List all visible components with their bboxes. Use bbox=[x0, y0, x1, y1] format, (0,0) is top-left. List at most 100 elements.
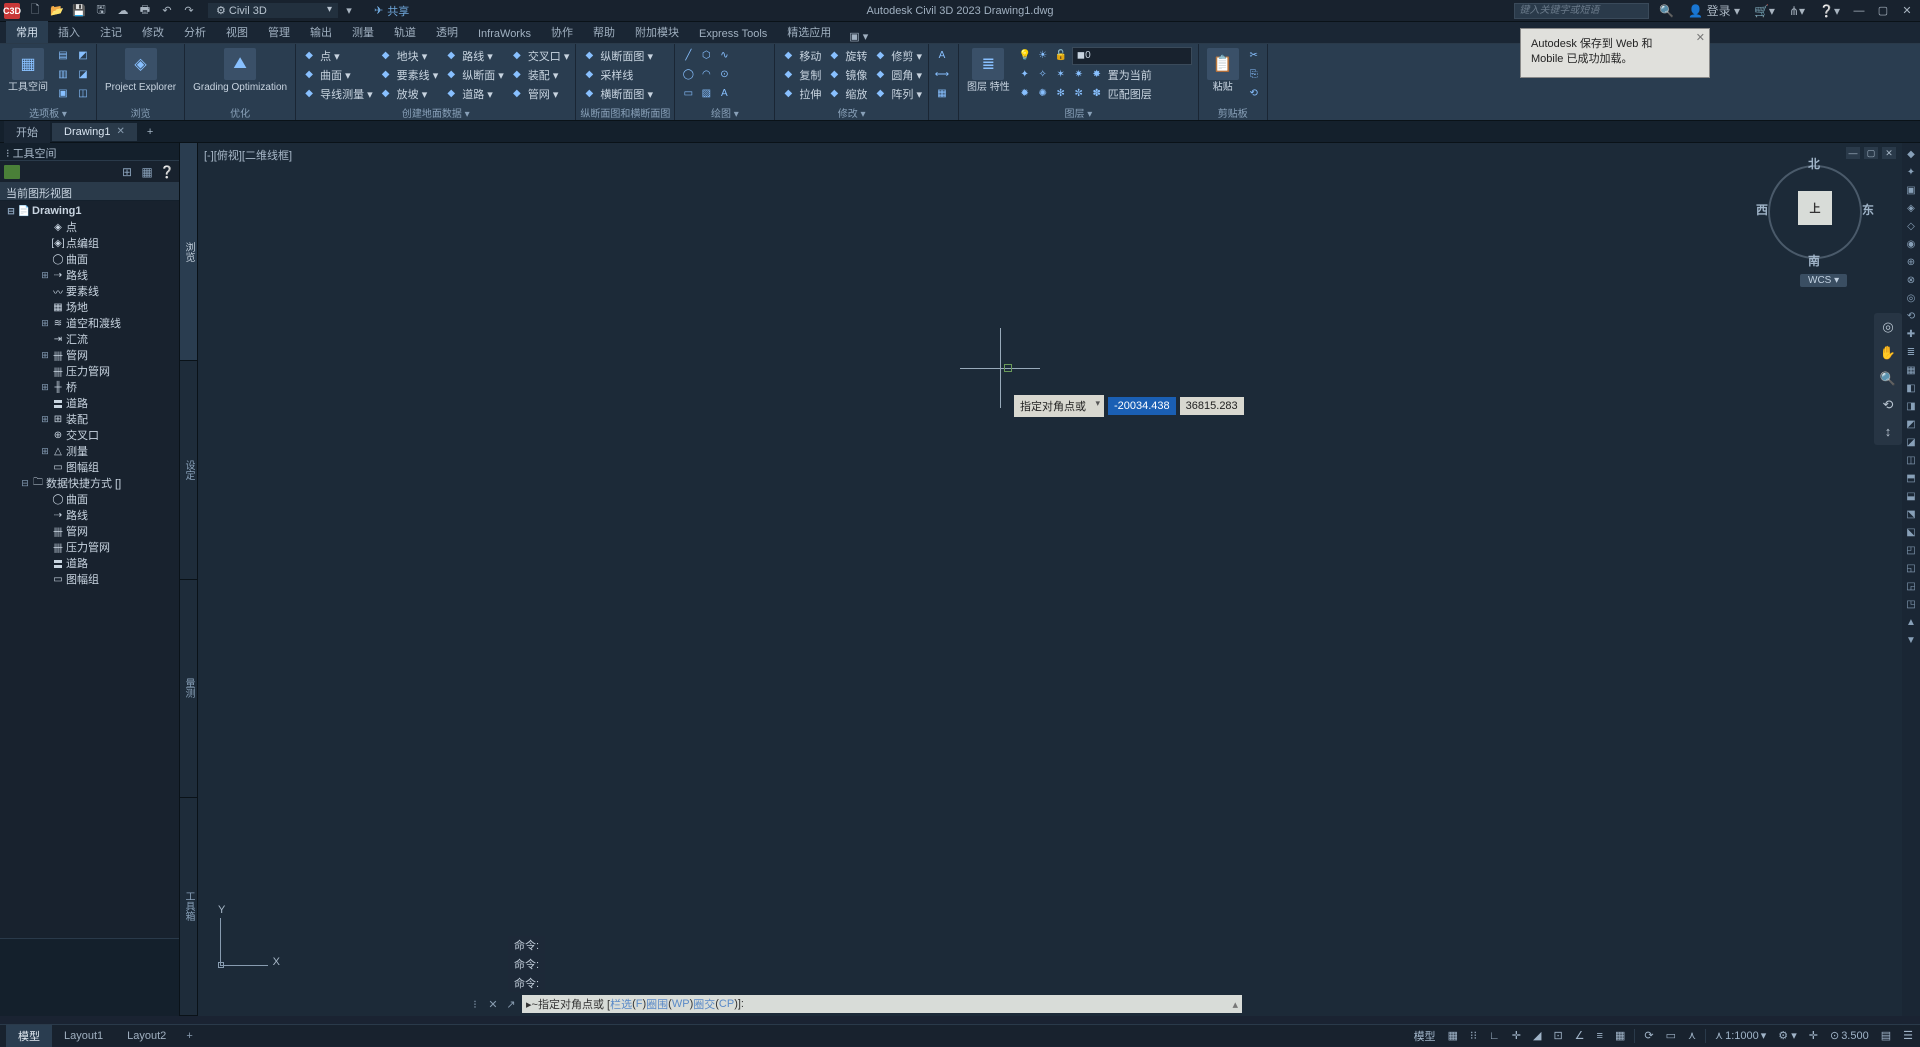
palette-tool-icon[interactable]: ◫ bbox=[1904, 453, 1918, 467]
palette-tool-icon[interactable]: ◲ bbox=[1904, 579, 1918, 593]
viewcube-west[interactable]: 西 bbox=[1756, 201, 1768, 218]
status-cycle-icon[interactable]: ⟳ bbox=[1641, 1029, 1656, 1042]
viewcube-wcs-label[interactable]: WCS ▾ bbox=[1800, 274, 1847, 287]
layout-tab[interactable]: 模型 bbox=[6, 1025, 52, 1047]
ribbon-item[interactable]: ◆移动 bbox=[779, 46, 823, 65]
dynamic-x-input[interactable]: -20034.438 bbox=[1108, 397, 1176, 415]
palette-tool-icon[interactable]: ✦ bbox=[1904, 165, 1918, 179]
draw-line[interactable]: ╱⬡∿ bbox=[679, 46, 733, 65]
ribbon-item[interactable]: ◆点 ▾ bbox=[300, 46, 375, 65]
palette-tool-icon[interactable]: ▦ bbox=[1904, 363, 1918, 377]
ribbon-item[interactable]: ◆管网 ▾ bbox=[508, 84, 572, 103]
viewcube-east[interactable]: 东 bbox=[1862, 201, 1874, 218]
tree-item[interactable]: ▦场地 bbox=[0, 299, 179, 315]
status-custom-icon[interactable]: ☰ bbox=[1900, 1029, 1916, 1042]
qat-saveas-icon[interactable]: 🖫 bbox=[92, 2, 110, 20]
tree-item[interactable]: ⊞⊞装配 bbox=[0, 411, 179, 427]
paste-button[interactable]: 📋粘贴 bbox=[1203, 46, 1243, 96]
qat-print-icon[interactable]: 🖶 bbox=[136, 2, 154, 20]
cmdline-expand-icon[interactable]: ▴ bbox=[1232, 998, 1238, 1011]
ribbon-item[interactable]: ◆曲面 ▾ bbox=[300, 65, 375, 84]
close-icon[interactable]: ✕ bbox=[116, 126, 124, 137]
table-btn[interactable]: ▦ bbox=[933, 84, 951, 103]
tree-item[interactable]: 〰要素线 bbox=[0, 283, 179, 299]
toolspace-button[interactable]: ▦工具空间 bbox=[4, 46, 52, 96]
status-lwt-icon[interactable]: ≡ bbox=[1594, 1030, 1606, 1042]
ribbon-tab[interactable]: 修改 bbox=[132, 21, 174, 43]
status-otrack-icon[interactable]: ∠ bbox=[1572, 1029, 1588, 1042]
status-units-icon[interactable]: ▤ bbox=[1878, 1029, 1894, 1042]
toolspace-side-tab[interactable]: 浏览 bbox=[180, 143, 197, 361]
draw-rect[interactable]: ▭▨A bbox=[679, 84, 733, 103]
tree-item[interactable]: ⊞≋道空和渡线 bbox=[0, 315, 179, 331]
palette-tool-icon[interactable]: ✚ bbox=[1904, 327, 1918, 341]
status-osnap-icon[interactable]: ⊡ bbox=[1550, 1029, 1565, 1042]
file-tab[interactable]: Drawing1✕ bbox=[52, 123, 137, 141]
status-polar-icon[interactable]: ✛ bbox=[1509, 1029, 1524, 1042]
tree-item[interactable]: ▭图幅组 bbox=[0, 571, 179, 587]
notification-close-icon[interactable]: ✕ bbox=[1696, 31, 1705, 46]
status-decimal[interactable]: ⊙ 3.500 bbox=[1827, 1029, 1872, 1042]
tree-item[interactable]: ◯曲面 bbox=[0, 491, 179, 507]
dynamic-prompt[interactable]: 指定对角点或 bbox=[1014, 395, 1104, 417]
qat-open-icon[interactable]: 📂 bbox=[48, 2, 66, 20]
palette-tool-icon[interactable]: ◆ bbox=[1904, 147, 1918, 161]
ribbon-tab[interactable]: 注记 bbox=[90, 21, 132, 43]
viewport-label[interactable]: [-][俯视][二维线框] bbox=[204, 147, 292, 163]
status-model[interactable]: 模型 bbox=[1411, 1028, 1439, 1044]
ribbon-tab[interactable]: 轨道 bbox=[384, 21, 426, 43]
qat-new-icon[interactable]: 🗋 bbox=[26, 2, 44, 20]
app-icon[interactable]: C3D bbox=[4, 3, 20, 19]
status-grid-icon[interactable]: ▦ bbox=[1445, 1029, 1461, 1042]
ribbon-item[interactable]: ◆阵列 ▾ bbox=[871, 84, 924, 103]
ribbon-item[interactable]: ◆横断面图 ▾ bbox=[580, 84, 655, 103]
layout-tab[interactable]: Layout2 bbox=[115, 1027, 178, 1045]
draw-circle[interactable]: ◯◠⊙ bbox=[679, 65, 733, 84]
palette-tool-icon[interactable]: ▣ bbox=[1904, 183, 1918, 197]
status-trans-icon[interactable]: ▦ bbox=[1612, 1029, 1628, 1042]
tree-item[interactable]: [◈]点编组 bbox=[0, 235, 179, 251]
palette-tool-icon[interactable]: ◪ bbox=[1904, 435, 1918, 449]
ribbon-item[interactable]: ◆要素线 ▾ bbox=[377, 65, 441, 84]
palette-tool-icon[interactable]: ▲ bbox=[1904, 615, 1918, 629]
palette-tool-icon[interactable]: ◩ bbox=[1904, 417, 1918, 431]
status-cursor-icon[interactable]: ▭ bbox=[1663, 1029, 1679, 1042]
tree-item[interactable]: ⊞△测量 bbox=[0, 443, 179, 459]
dim-btn[interactable]: ⟷ bbox=[933, 65, 951, 84]
nav-wheel-icon[interactable]: ◎ bbox=[1878, 317, 1898, 337]
tree-item[interactable]: ⊞卌管网 bbox=[0, 347, 179, 363]
tree-item[interactable]: ◈点 bbox=[0, 219, 179, 235]
ribbon-tab[interactable]: 帮助 bbox=[583, 21, 625, 43]
tree-item[interactable]: ⊟📄Drawing1 bbox=[0, 203, 179, 219]
cart-icon[interactable]: 🛒▾ bbox=[1750, 4, 1779, 18]
palette-tool-icon[interactable]: ⬓ bbox=[1904, 489, 1918, 503]
toolspace-view-selector[interactable]: 当前图形视图 bbox=[0, 183, 179, 201]
ribbon-item[interactable]: ◆地块 ▾ bbox=[377, 46, 441, 65]
status-ortho-icon[interactable]: ∟ bbox=[1486, 1030, 1503, 1042]
ribbon-tab[interactable]: 透明 bbox=[426, 21, 468, 43]
palette-tool-icon[interactable]: ◱ bbox=[1904, 561, 1918, 575]
status-iso-icon[interactable]: ◢ bbox=[1530, 1029, 1544, 1042]
palette-tool-icon[interactable]: ≣ bbox=[1904, 345, 1918, 359]
command-input[interactable]: ▸~ 指定对角点或 [栏选(F) 圈围(WP) 圈交(CP)]:▴ bbox=[522, 995, 1242, 1013]
ribbon-item[interactable]: ◆采样线 bbox=[580, 65, 655, 84]
tree-item[interactable]: 〓道路 bbox=[0, 395, 179, 411]
ribbon-item[interactable]: ◆导线测量 ▾ bbox=[300, 84, 375, 103]
ribbon-tab[interactable]: Express Tools bbox=[689, 25, 777, 43]
workspace-selector[interactable]: ⚙ Civil 3D bbox=[208, 3, 338, 18]
tree-item[interactable]: 卌管网 bbox=[0, 523, 179, 539]
ribbon-item[interactable]: ◆纵断面图 ▾ bbox=[580, 46, 655, 65]
ribbon-tab[interactable]: 管理 bbox=[258, 21, 300, 43]
maximize-button[interactable]: ▢ bbox=[1874, 4, 1892, 18]
viewcube-top-face[interactable]: 上 bbox=[1798, 191, 1832, 225]
file-tab[interactable]: 开始 bbox=[4, 121, 50, 143]
toolspace-grid-icon[interactable]: ▦ bbox=[139, 164, 155, 180]
ribbon-tab[interactable]: 视图 bbox=[216, 21, 258, 43]
status-plus-icon[interactable]: ✛ bbox=[1806, 1029, 1821, 1042]
palette-tool-icon[interactable]: ⊗ bbox=[1904, 273, 1918, 287]
ribbon-tab[interactable]: 协作 bbox=[541, 21, 583, 43]
cmdline-recent-icon[interactable]: ⁝ bbox=[468, 997, 482, 1011]
cut-btn[interactable]: ✂ bbox=[1245, 46, 1263, 65]
tree-item[interactable]: ⇢路线 bbox=[0, 507, 179, 523]
ribbon-item[interactable]: ◆旋转 bbox=[825, 46, 869, 65]
